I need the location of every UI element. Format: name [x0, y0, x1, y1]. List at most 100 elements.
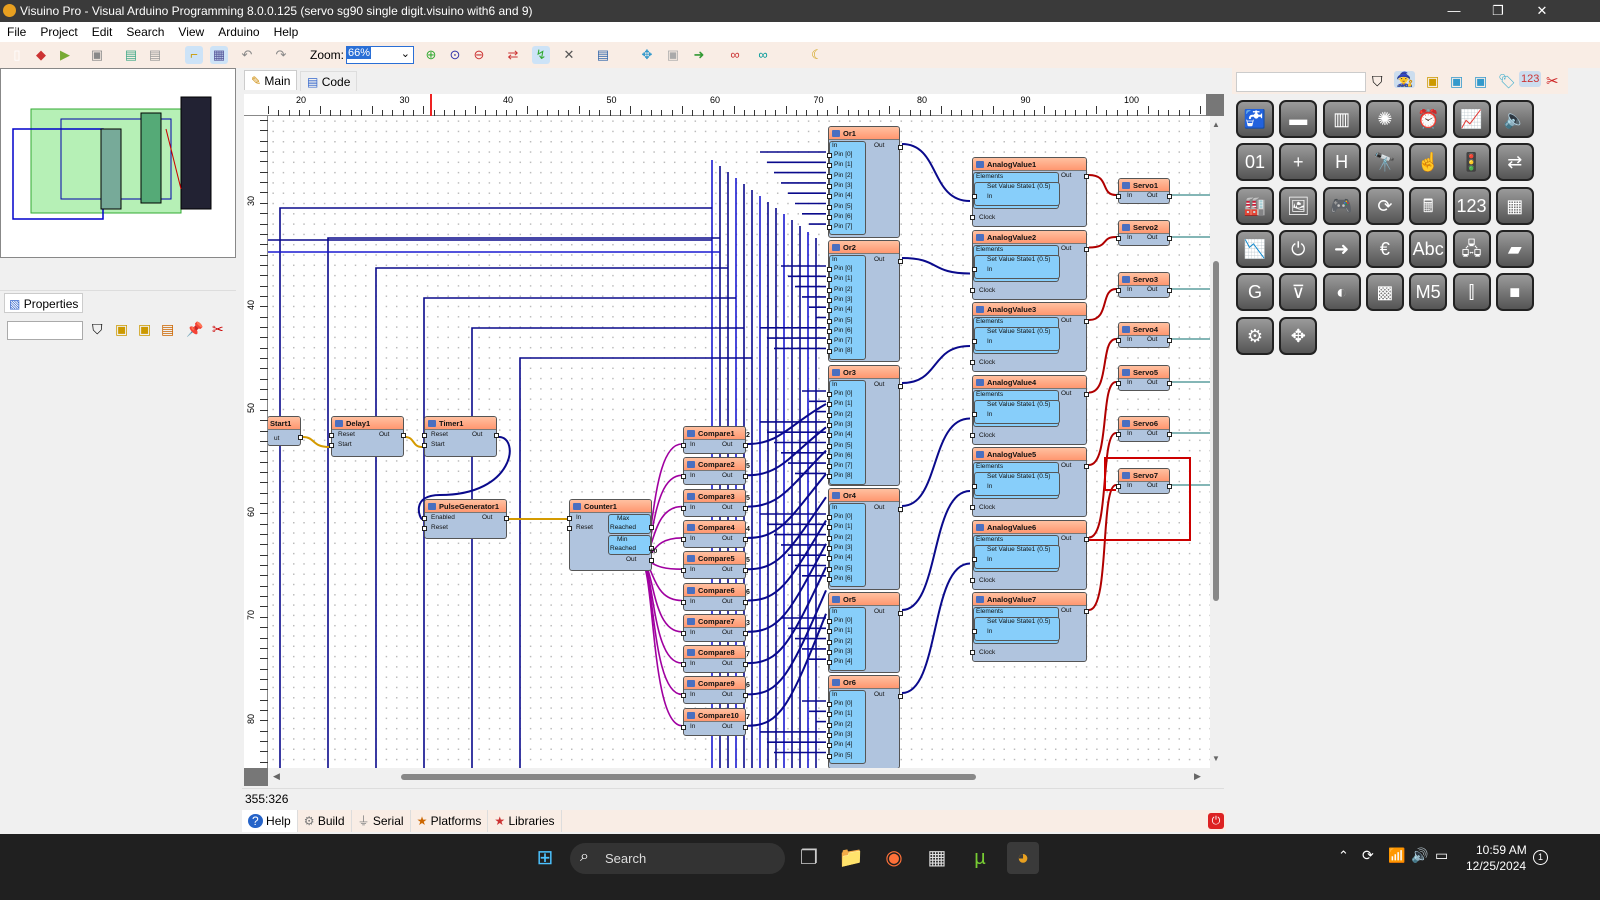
ruler-icon[interactable]: ⌐	[185, 46, 203, 64]
pin-connector[interactable]	[898, 145, 903, 150]
pin-connector[interactable]	[743, 662, 748, 668]
pin-connector[interactable]	[827, 402, 832, 408]
analog-value-component[interactable]: AnalogValue7 Elements Set Value State1 (0.…	[970, 592, 1089, 662]
or-component[interactable]: Or1 In Pin [0] Pin [1] Pin [2] Pin [3] Pin [4]…	[827, 126, 903, 238]
currency-icon[interactable]: €	[1365, 229, 1404, 268]
pin-connector[interactable]	[827, 349, 832, 355]
expand-icon[interactable]: ✥	[1279, 316, 1318, 355]
compare-component[interactable]: Compare2 In Out 5	[681, 457, 750, 486]
pin-connector[interactable]	[827, 649, 832, 655]
zoom-out-icon[interactable]: ⊖	[470, 46, 488, 64]
analog-state-element[interactable]: Set Value State1 (0.5) In	[972, 472, 1060, 496]
servo-component[interactable]: Servo6 In Out	[1116, 416, 1172, 442]
components-icon[interactable]: ✥	[638, 46, 656, 64]
pin-connector[interactable]	[827, 464, 832, 470]
new-file-icon[interactable]: ▯	[8, 46, 26, 64]
or-component[interactable]: Or6 In Pin [0] Pin [1] Pin [2] Pin [3] Pin [4]…	[827, 675, 903, 768]
tab-build[interactable]: ⚙ Build	[298, 810, 352, 832]
pin-connector[interactable]	[743, 599, 748, 605]
file-explorer-icon[interactable]: 📁	[835, 842, 867, 874]
servo-component[interactable]: Servo4 In Out	[1116, 322, 1172, 348]
numbers-toggle-icon[interactable]: 123	[1519, 71, 1542, 87]
tag-icon[interactable]: 🏷	[1498, 73, 1516, 90]
converter-icon[interactable]: ⇄	[1495, 143, 1534, 182]
or-component[interactable]: Or3 In Pin [0] Pin [1] Pin [2] Pin [3] Pin [4]…	[827, 365, 903, 486]
pin-connector[interactable]	[972, 484, 977, 489]
pin-connector[interactable]	[827, 422, 832, 428]
pin-connector[interactable]	[681, 443, 686, 448]
pin-connector[interactable]	[827, 297, 832, 303]
filter-icon[interactable]: ⛉	[92, 321, 103, 338]
analog-value-component[interactable]: AnalogValue4 Elements Set Value State1 (0.…	[970, 374, 1089, 445]
switch-panel-icon[interactable]: ▥	[1322, 100, 1361, 138]
pin-connector[interactable]	[827, 443, 832, 449]
clock-date[interactable]: 12/25/2024	[1466, 859, 1526, 873]
pin-connector[interactable]	[422, 526, 427, 531]
analog-state-element[interactable]: Set Value State1 (0.5) In	[972, 544, 1060, 569]
tab-libraries[interactable]: ★ Libraries	[488, 810, 562, 832]
pin-connector[interactable]	[827, 660, 832, 666]
pin-connector[interactable]	[827, 214, 832, 220]
pin-connector[interactable]	[1167, 236, 1172, 241]
pin-connector[interactable]	[827, 545, 832, 551]
analog-state-element[interactable]: Set Value State1 (0.5) In	[972, 617, 1060, 641]
analog-value-component[interactable]: AnalogValue1 Elements Set Value State1 (0.…	[970, 157, 1089, 227]
m5stack-icon[interactable]: M5	[1409, 273, 1448, 312]
pin-connector[interactable]	[898, 259, 903, 264]
tab-help[interactable]: ? Help	[242, 810, 298, 832]
compare-component[interactable]: Compare5 In Out 5	[681, 551, 750, 580]
wire[interactable]	[901, 490, 971, 611]
motion-icon[interactable]: ⟳	[1365, 186, 1404, 225]
pin-connector[interactable]	[681, 568, 686, 574]
analog-state-element[interactable]: Set Value State1 (0.5) In	[972, 327, 1060, 351]
pin-connector[interactable]	[743, 630, 748, 636]
image-icon[interactable]: 🖼	[1279, 186, 1318, 225]
pin-connector[interactable]	[681, 474, 686, 480]
pin-connector[interactable]	[1116, 288, 1121, 293]
tools-icon[interactable]: ✂	[212, 321, 224, 338]
minimize-button[interactable]: —	[1432, 0, 1476, 22]
memory-icon[interactable]: ▬	[1279, 100, 1318, 138]
pin-connector[interactable]	[1116, 194, 1121, 199]
pin-connector[interactable]	[827, 722, 832, 728]
scroll-right-icon[interactable]: ▶	[1194, 771, 1201, 782]
counter-component[interactable]: Counter1 In Reset Max Reached Min Reached Out 10	[567, 499, 657, 571]
network-icon[interactable]: 🖧	[1452, 229, 1491, 268]
power-icon[interactable]: ⏻	[1279, 229, 1318, 268]
pin-connector[interactable]	[827, 732, 832, 738]
menu-arduino[interactable]: Arduino	[211, 22, 266, 42]
compare-component[interactable]: Compare8 In Out 7	[681, 645, 750, 674]
pin-connector[interactable]	[827, 639, 832, 645]
pin-connector[interactable]	[567, 526, 572, 531]
palette-search-input[interactable]	[1236, 72, 1366, 92]
compare-component[interactable]: Compare6 In Out 6	[681, 582, 750, 611]
folder-icon[interactable]: ▣	[115, 321, 128, 338]
pin-connector[interactable]	[972, 194, 977, 199]
globe-arrow-icon[interactable]: ➜	[1322, 229, 1361, 268]
pin-connector[interactable]	[567, 516, 572, 521]
pin-connector[interactable]	[898, 694, 903, 699]
pin-connector[interactable]	[827, 267, 832, 272]
menu-view[interactable]: View	[171, 22, 211, 42]
save-icon[interactable]: ▣	[88, 46, 106, 64]
wire[interactable]	[404, 436, 423, 448]
pulse-generator-component[interactable]: PulseGenerator1 Enabled Reset Out	[422, 499, 509, 539]
pin-connector[interactable]	[827, 743, 832, 749]
speaker-icon[interactable]: 🔈	[1495, 100, 1534, 138]
wire[interactable]	[1088, 236, 1117, 249]
pin-connector[interactable]	[827, 173, 832, 179]
wire[interactable]	[639, 559, 683, 696]
folder-collapse-icon[interactable]: ▣	[138, 321, 151, 338]
swap-icon[interactable]: ⇄	[504, 46, 522, 64]
wizard-icon[interactable]: 🧙	[1394, 71, 1416, 88]
pin-connector[interactable]	[970, 360, 975, 365]
analog-value-component[interactable]: AnalogValue6 Elements Set Value State1 (0.…	[970, 519, 1089, 590]
math-add-icon[interactable]: +	[1279, 143, 1318, 182]
horizontal-scrollbar[interactable]: ◀ ▶	[268, 768, 1210, 786]
pin-connector[interactable]	[827, 287, 832, 293]
volume-icon[interactable]: 🔊	[1411, 847, 1428, 864]
upload-icon[interactable]: ➜	[690, 46, 708, 64]
pin-connector[interactable]	[649, 525, 654, 530]
horizontal-scroll-thumb[interactable]	[401, 774, 976, 780]
pin-connector[interactable]	[827, 629, 832, 635]
